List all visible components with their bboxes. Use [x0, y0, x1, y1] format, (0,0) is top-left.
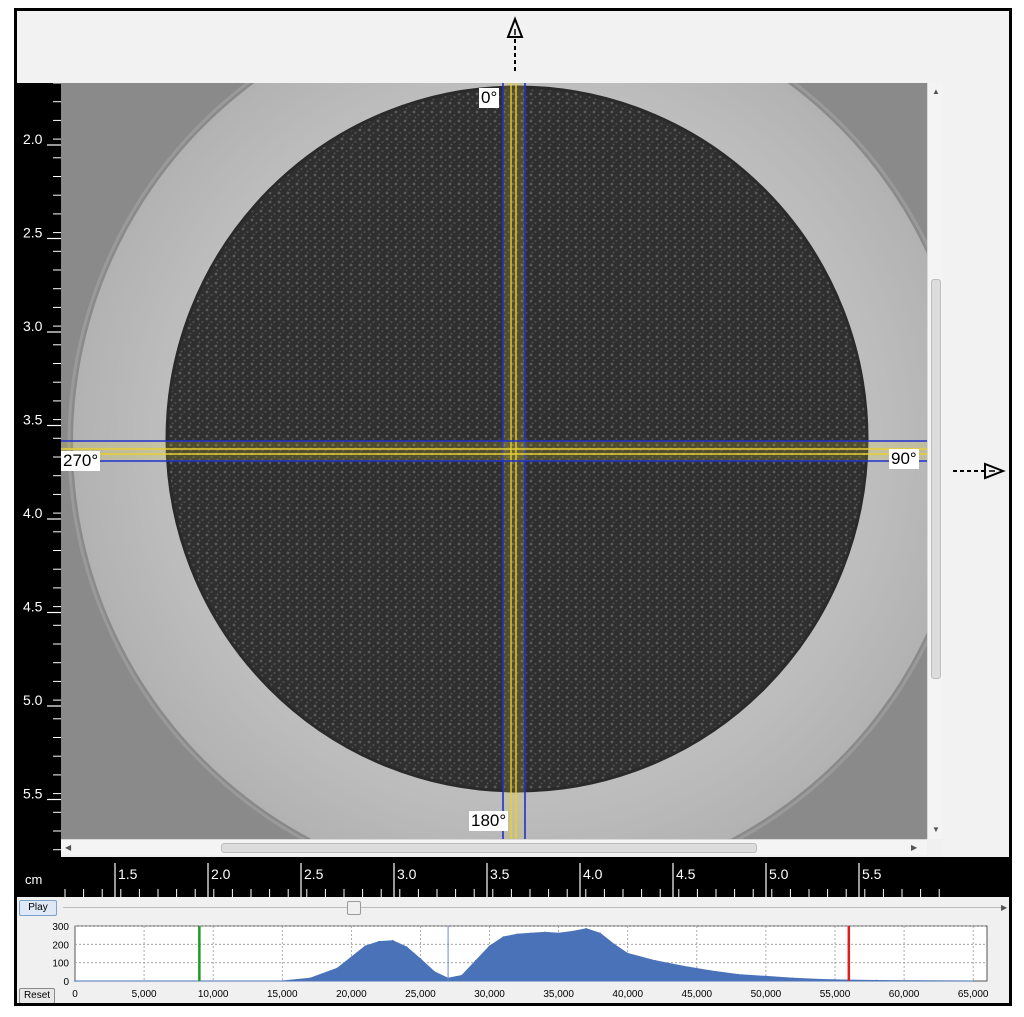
histogram-point: [350, 956, 353, 958]
histogram-point: [281, 980, 284, 982]
horizontal-ruler-label: 5.0: [769, 866, 789, 882]
histogram-x-tick: 55,000: [820, 989, 851, 1000]
histogram-x-tick: 45,000: [682, 989, 713, 1000]
histogram-point: [309, 977, 311, 980]
histogram-x-tick: 10,000: [198, 989, 229, 1000]
histogram-point: [820, 978, 822, 981]
reset-button[interactable]: Reset: [19, 988, 55, 1003]
top-view-strip: [17, 11, 1009, 84]
histogram-x-tick: 15,000: [267, 989, 298, 1000]
vertical-ruler-label: 3.0: [23, 318, 43, 334]
histogram-point: [530, 932, 532, 935]
histogram-point: [709, 970, 712, 972]
vertical-ruler: 2.0 2.5 3.0 3.5 4.0 4.5 5.0 5.5: [17, 83, 61, 859]
horizontal-ruler-label: 3.5: [490, 866, 510, 882]
histogram-point: [875, 979, 878, 982]
histogram-point: [474, 960, 477, 962]
vertical-ruler-label: 4.5: [23, 599, 43, 615]
vertical-scroll-thumb[interactable]: [931, 279, 941, 679]
histogram-point: [972, 980, 974, 982]
scroll-right-icon[interactable]: ▶: [911, 843, 917, 853]
histogram-point: [74, 980, 76, 982]
horizontal-ruler: cm 1.5 2.0 2.5 3.0 3.5 4.0 4.5 5.0 5.5: [17, 857, 1009, 897]
angle-label-top: 0°: [479, 88, 500, 108]
histogram-point: [654, 960, 657, 962]
histogram-x-tick: 5,000: [132, 989, 157, 1000]
histogram-point: [544, 931, 546, 934]
histogram-point: [765, 975, 767, 978]
right-view-arrow-icon[interactable]: [951, 459, 1007, 483]
horizontal-ruler-label: 2.0: [211, 866, 231, 882]
histogram-y-tick: 300: [52, 922, 69, 933]
vertical-ruler-label: 3.5: [23, 412, 43, 428]
vertical-ruler-label: 5.0: [23, 692, 43, 708]
histogram-point: [585, 927, 588, 930]
histogram-point: [502, 936, 505, 938]
histogram-point: [364, 945, 366, 947]
histogram-point: [737, 973, 740, 976]
horizontal-ruler-label: 4.0: [583, 866, 603, 882]
slice-slider-track[interactable]: [63, 907, 1001, 908]
intensity-histogram-panel: 300 200 100 0 0 5,000 10,000 15,000 20,000 25,000…: [17, 918, 1009, 1004]
ct-slice-image: [61, 83, 927, 839]
histogram-y-tick: 200: [52, 940, 69, 951]
vertical-ruler-label: 2.0: [23, 131, 43, 147]
histogram-point: [792, 977, 795, 980]
histogram-y-tick: 100: [52, 959, 69, 970]
vertical-ruler-label: 2.5: [23, 225, 43, 241]
horizontal-scroll-thumb[interactable]: [221, 843, 757, 853]
histogram-point: [392, 939, 394, 942]
histogram-point: [599, 932, 601, 935]
horizontal-ruler-label: 5.5: [862, 866, 882, 882]
histogram-point: [488, 945, 491, 947]
histogram-point: [336, 967, 339, 969]
histogram-point: [557, 932, 560, 935]
histogram-x-tick: 50,000: [751, 989, 782, 1000]
horizontal-scrollbar[interactable]: ◀ ▶: [61, 839, 927, 855]
vertical-ruler-label: 5.5: [23, 786, 43, 802]
vertical-ruler-label: 4.0: [23, 505, 43, 521]
histogram-x-tick: 25,000: [405, 989, 436, 1000]
slice-slider-thumb[interactable]: [346, 901, 361, 915]
histogram-point: [405, 946, 408, 948]
play-button[interactable]: Play: [19, 900, 57, 916]
ct-slice-viewer[interactable]: 0° 90° 180° 270°: [61, 83, 927, 839]
slider-right-icon[interactable]: ▶: [1001, 903, 1007, 913]
histogram-chart[interactable]: 300 200 100 00 5,000 10,000 15,000 20,000 25,000…: [17, 918, 1009, 1004]
histogram-point: [378, 940, 380, 943]
histogram-x-tick: 0: [72, 989, 78, 1000]
histogram-point: [682, 965, 684, 968]
histogram-x-tick: 40,000: [612, 989, 643, 1000]
histogram-x-tick: 30,000: [474, 989, 505, 1000]
horizontal-ruler-label: 2.5: [304, 866, 324, 882]
histogram-point: [613, 943, 615, 946]
image-viewer-window: 2.0 2.5 3.0 3.5 4.0 4.5 5.0 5.5 0° 90° 1…: [14, 8, 1012, 1006]
horizontal-ruler-label: 1.5: [118, 866, 138, 882]
histogram-y-tick: 0: [63, 977, 69, 988]
up-view-arrow-icon[interactable]: [504, 15, 526, 75]
ruler-unit-label: cm: [25, 872, 42, 887]
histogram-point: [433, 971, 436, 973]
scroll-down-icon[interactable]: ▼: [932, 825, 940, 835]
scroll-up-icon[interactable]: ▲: [932, 87, 940, 97]
histogram-point: [461, 974, 463, 977]
histogram-x-tick: 60,000: [889, 989, 920, 1000]
horizontal-ruler-label: 4.5: [676, 866, 696, 882]
scroll-left-icon[interactable]: ◀: [65, 843, 71, 853]
playback-row: Play ▶: [17, 899, 1009, 917]
histogram-x-tick: 35,000: [543, 989, 574, 1000]
angle-label-left: 270°: [61, 451, 101, 471]
angle-label-bottom: 180°: [469, 811, 509, 831]
histogram-point: [626, 952, 629, 955]
histogram-point: [516, 933, 518, 936]
vertical-scrollbar[interactable]: ▲ ▼: [927, 83, 943, 839]
histogram-point: [419, 958, 422, 960]
right-view-strip: [943, 83, 1009, 859]
histogram-x-tick: 65,000: [958, 989, 989, 1000]
histogram-x-tick: 20,000: [336, 989, 367, 1000]
histogram-point: [571, 930, 574, 933]
angle-label-right: 90°: [889, 449, 919, 469]
horizontal-ruler-label: 3.0: [397, 866, 417, 882]
